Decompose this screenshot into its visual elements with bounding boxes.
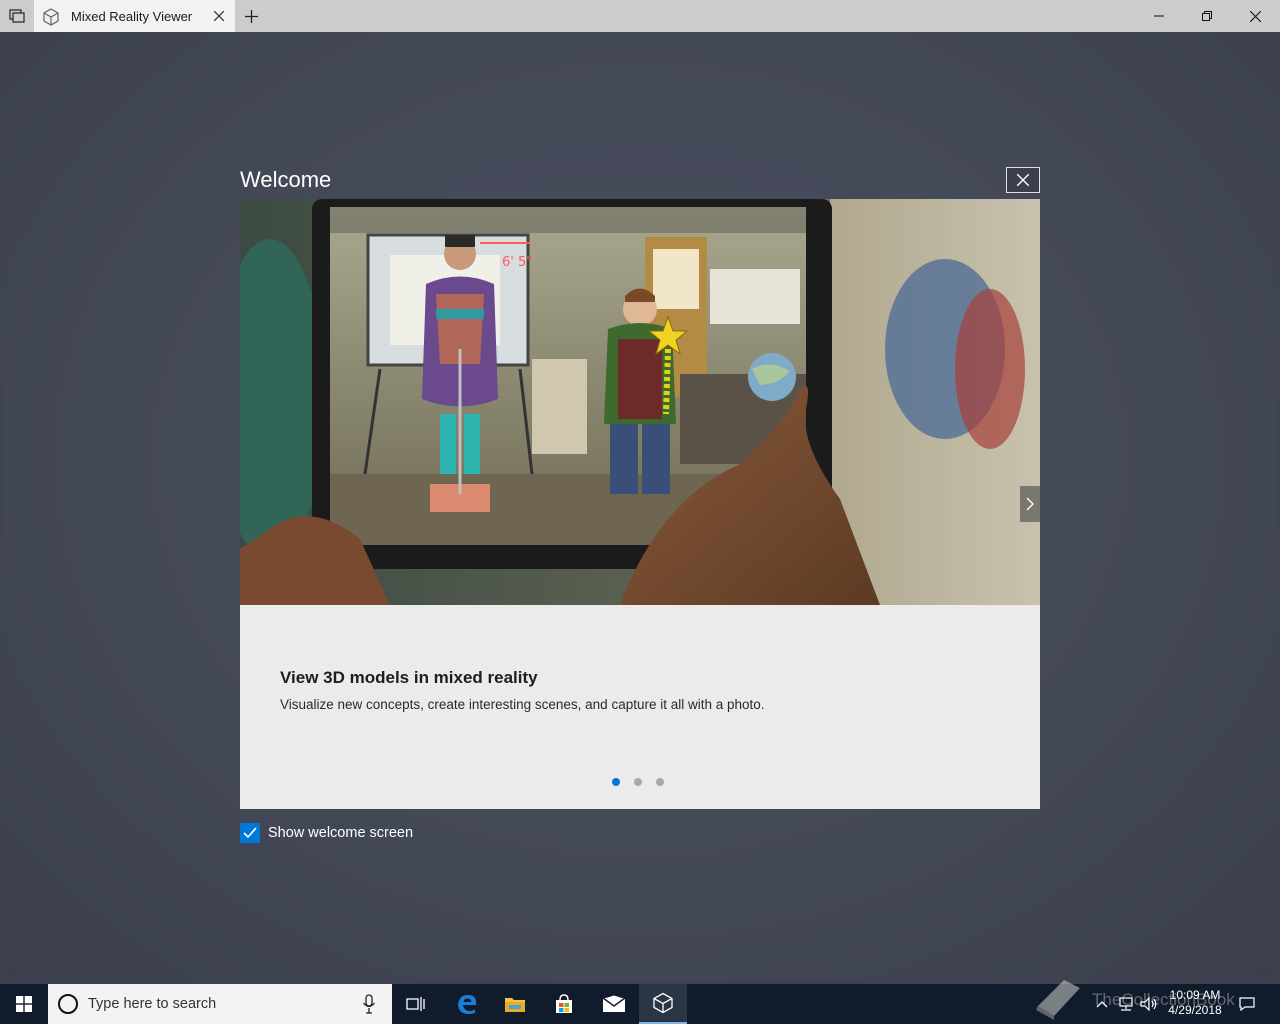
network-button[interactable] <box>1114 984 1138 1024</box>
taskbar-search-box[interactable]: Type here to search <box>48 984 392 1024</box>
mail-button[interactable] <box>590 984 638 1024</box>
speaker-icon <box>1140 997 1157 1011</box>
volume-button[interactable] <box>1138 984 1160 1024</box>
cortana-icon <box>58 994 78 1014</box>
3d-cube-icon <box>653 992 673 1014</box>
chevron-right-icon <box>1026 497 1034 511</box>
system-clock[interactable]: 10:09 AM 4/29/2018 <box>1158 988 1232 1018</box>
file-explorer-button[interactable] <box>491 984 539 1024</box>
mail-icon <box>602 995 626 1012</box>
minimize-button[interactable] <box>1136 0 1182 32</box>
tab-sets-icon <box>9 9 25 23</box>
windows-logo-icon <box>16 996 32 1012</box>
pager-dots <box>612 778 664 786</box>
action-center-button[interactable] <box>1236 984 1258 1024</box>
show-hidden-icons-button[interactable] <box>1092 984 1112 1024</box>
tab-close-button[interactable] <box>209 6 229 26</box>
close-icon <box>1017 174 1029 186</box>
close-window-button[interactable] <box>1232 0 1278 32</box>
folder-icon <box>505 998 525 1012</box>
next-slide-button[interactable] <box>1020 486 1040 522</box>
restore-icon <box>1202 11 1212 21</box>
pager-dot-2[interactable] <box>634 778 642 786</box>
task-view-button[interactable] <box>392 984 440 1024</box>
network-icon <box>1119 997 1133 1011</box>
title-bar: Mixed Reality Viewer <box>0 0 1280 32</box>
task-view-icon <box>406 997 425 1011</box>
start-button[interactable] <box>0 984 48 1024</box>
clock-time: 10:09 AM <box>1169 988 1221 1002</box>
slide-heading: View 3D models in mixed reality <box>280 668 538 687</box>
hero-image: 6' 5" <box>240 199 1040 605</box>
hero-illustration: 6' 5" <box>240 199 1040 605</box>
slide-card: View 3D models in mixed reality Visualiz… <box>240 605 1040 809</box>
show-welcome-label: Show welcome screen <box>268 825 414 841</box>
dialog-close-button[interactable] <box>1006 167 1040 193</box>
minimize-icon <box>1154 15 1164 17</box>
edge-button[interactable] <box>443 984 491 1024</box>
microphone-icon[interactable] <box>362 994 376 1014</box>
plus-icon <box>244 9 258 23</box>
mixed-reality-viewer-button[interactable] <box>639 984 687 1024</box>
restore-button[interactable] <box>1184 0 1230 32</box>
3d-cube-icon <box>43 8 59 26</box>
store-button[interactable] <box>540 984 588 1024</box>
tab-mixed-reality-viewer[interactable]: Mixed Reality Viewer <box>34 0 235 32</box>
checkmark-icon <box>243 827 257 839</box>
notification-icon <box>1239 997 1255 1011</box>
clock-date: 4/29/2018 <box>1168 1003 1222 1017</box>
pager-dot-1[interactable] <box>612 778 620 786</box>
pager-dot-3[interactable] <box>656 778 664 786</box>
tab-sets-button[interactable] <box>0 0 34 32</box>
store-bag-icon <box>556 994 572 1013</box>
chevron-up-icon <box>1096 1001 1108 1008</box>
show-welcome-toggle[interactable]: Show welcome screen <box>240 823 413 843</box>
tab-title: Mixed Reality Viewer <box>71 9 193 24</box>
new-tab-button[interactable] <box>237 2 265 30</box>
close-icon <box>1249 10 1261 22</box>
show-welcome-checkbox[interactable] <box>240 823 260 843</box>
taskbar: Type here to search TheCollectionBook 10… <box>0 980 1280 1024</box>
watermark-book-icon <box>1036 980 1080 1020</box>
close-icon <box>214 11 224 21</box>
slide-description: Visualize new concepts, create interesti… <box>280 697 765 712</box>
dialog-title: Welcome <box>240 167 332 192</box>
height-measure-label: 6' 5" <box>502 255 532 270</box>
search-placeholder: Type here to search <box>88 996 217 1012</box>
edge-browser-icon <box>458 995 477 1014</box>
